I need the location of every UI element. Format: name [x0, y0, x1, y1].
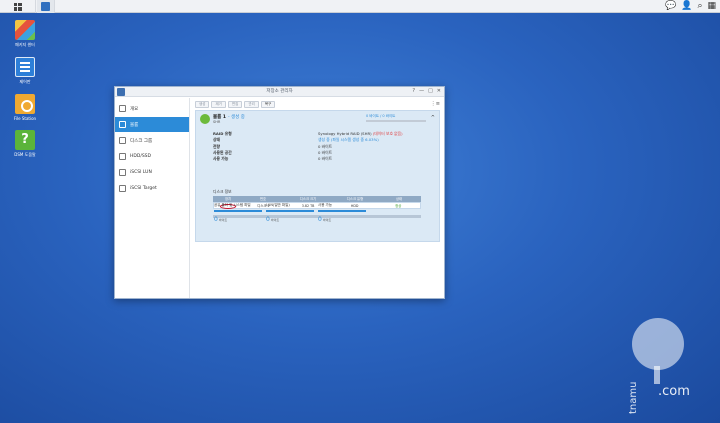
package-center-icon	[15, 20, 35, 40]
property-row: 사용 가능 0 바이트	[213, 156, 433, 162]
help-icon[interactable]: ?	[412, 88, 415, 95]
desktop-icon-label: File Station	[13, 116, 37, 121]
sidebar-item-label: iSCSI Target	[130, 186, 157, 191]
storage-manager-window: 저장소 관리자 ? — □ ✕ 개요 볼륨 디스크 그룹 HDD/SSD iSC…	[114, 86, 445, 299]
tnamu-watermark: tnamu .com	[628, 318, 690, 414]
volume-icon	[119, 121, 126, 128]
sidebar-item-hdd-ssd[interactable]: HDD/SSD	[115, 149, 189, 164]
summary-available: 사용 가능 0바이트	[318, 203, 366, 223]
cell-status: 정상	[395, 204, 402, 208]
summary-value: 0바이트	[214, 216, 262, 223]
sidebar: 개요 볼륨 디스크 그룹 HDD/SSD iSCSI LUN iSCSI Tar…	[115, 98, 190, 298]
desktop-icon-dsm-help[interactable]: ? DSM 도움말	[8, 130, 42, 157]
remove-button[interactable]: 제거	[211, 100, 226, 108]
sidebar-item-volume[interactable]: 볼륨	[115, 117, 189, 132]
col-header-device[interactable]: 장치	[213, 196, 243, 202]
overview-icon	[119, 105, 126, 112]
window-titlebar[interactable]: 저장소 관리자 ? — □ ✕	[115, 87, 444, 97]
taskbar-app-storage-manager[interactable]	[37, 0, 55, 13]
minimize-icon[interactable]: —	[419, 88, 424, 95]
search-icon[interactable]: ⌕	[697, 0, 702, 13]
tree-trunk	[654, 366, 660, 384]
summary-value: 0바이트	[266, 216, 314, 223]
sidebar-item-label: HDD/SSD	[130, 154, 152, 159]
maximize-icon[interactable]: □	[428, 88, 433, 95]
desktop-icon-package-center[interactable]: 패키지 센터	[8, 20, 42, 47]
tree-logo-icon	[632, 318, 684, 370]
window-controls: ? — □ ✕	[412, 88, 441, 95]
control-panel-icon	[15, 57, 35, 77]
col-header-size[interactable]: 디스크 크기	[283, 196, 333, 202]
col-header-type[interactable]: 디스크 유형	[333, 196, 377, 202]
volume-summary: 공유 폴더 및 시스템 파일 0바이트 LUN(일반 파일) 0바이트 사용 가…	[214, 203, 374, 223]
file-station-icon	[15, 94, 35, 114]
raid-warning: (데이터 보호 없음)	[372, 131, 403, 136]
summary-label: 사용 가능	[318, 203, 366, 212]
summary-lun: LUN(일반 파일) 0바이트	[266, 203, 314, 223]
main-menu-icon	[13, 2, 22, 11]
summary-shared-folders: 공유 폴더 및 시스템 파일 0바이트	[214, 203, 262, 223]
volume-usage-bar	[366, 120, 426, 122]
sidebar-item-overview[interactable]: 개요	[115, 101, 189, 116]
summary-unit: 바이트	[218, 218, 228, 222]
sidebar-item-iscsi-target[interactable]: iSCSI Target	[115, 181, 189, 196]
desktop-icon-label: DSM 도움말	[14, 152, 36, 157]
disk-table-header: 장치 번호 디스크 크기 디스크 유형 상태	[213, 196, 421, 202]
iscsi-lun-icon	[119, 169, 126, 176]
taskbar: 💬 👤 ⌕ ▦	[0, 0, 720, 13]
edit-button[interactable]: 편집	[227, 100, 243, 108]
sidebar-item-iscsi-lun[interactable]: iSCSI LUN	[115, 165, 189, 180]
property-key: 사용 가능	[213, 156, 229, 162]
col-header-status[interactable]: 상태	[377, 196, 421, 202]
sidebar-item-label: iSCSI LUN	[130, 170, 152, 175]
summary-value: 0바이트	[318, 216, 366, 223]
volume-properties: RAID 유형 Synology Hybrid RAID (SHR) (데이터 …	[213, 131, 433, 162]
desktop-icon-label: 패키지 센터	[15, 42, 35, 47]
manage-button[interactable]: 관리	[244, 100, 259, 108]
sidebar-item-label: 개요	[130, 106, 139, 112]
watermark-suffix: .com	[658, 384, 690, 399]
raid-type-value: Synology Hybrid RAID (SHR)	[318, 131, 372, 136]
summary-label: LUN(일반 파일)	[266, 203, 314, 212]
sidebar-item-disk-group[interactable]: 디스크 그룹	[115, 133, 189, 148]
sidebar-item-label: 볼륨	[130, 122, 139, 128]
iscsi-target-icon	[119, 185, 126, 192]
disk-info-title: 디스크 정보	[213, 189, 232, 194]
summary-unit: 바이트	[270, 218, 280, 222]
watermark-vertical-text: tnamu	[628, 381, 639, 414]
list-menu-icon[interactable]: ⋮≡	[431, 101, 440, 107]
repair-button[interactable]: 복구	[260, 100, 276, 108]
desktop-icon-control-panel[interactable]: 제어판	[8, 57, 42, 84]
help-icon: ?	[15, 130, 35, 150]
volume-header[interactable]: 볼륨 1- 생성 중 SHR 0 바이트 / 0 바이트 ^	[196, 111, 439, 129]
storage-manager-icon	[41, 2, 50, 11]
col-header-number[interactable]: 번호	[243, 196, 283, 202]
sidebar-item-label: 디스크 그룹	[130, 138, 153, 144]
property-value: 0 바이트	[318, 156, 333, 162]
chat-icon[interactable]: 💬	[665, 0, 676, 13]
close-icon[interactable]: ✕	[437, 88, 441, 95]
desktop-icon-label: 제어판	[19, 79, 31, 84]
summary-unit: 바이트	[322, 218, 332, 222]
summary-label: 공유 폴더 및 시스템 파일	[214, 203, 262, 212]
summary-number: 0	[266, 216, 270, 223]
collapse-icon[interactable]: ^	[431, 115, 435, 121]
disk-group-icon	[119, 137, 126, 144]
main-content: 생성 제거 편집 관리 복구 ⋮≡ 볼륨 1- 생성 중 SHR 0 바이트 /…	[191, 98, 444, 298]
desktop-icon-file-station[interactable]: File Station	[8, 94, 42, 121]
widgets-icon[interactable]: ▦	[707, 0, 716, 13]
hdd-icon	[119, 153, 126, 160]
main-menu-button[interactable]	[0, 0, 36, 13]
taskbar-right-tray: 💬 👤 ⌕ ▦	[665, 0, 716, 13]
window-title: 저장소 관리자	[266, 89, 293, 94]
volume-status-icon	[200, 114, 210, 124]
toolbar: 생성 제거 편집 관리 복구 ⋮≡	[195, 99, 440, 109]
volume-status: - 생성 중	[227, 115, 245, 120]
summary-number: 0	[214, 216, 218, 223]
summary-number: 0	[318, 216, 322, 223]
volume-type: SHR	[213, 120, 221, 124]
create-button[interactable]: 생성	[195, 100, 210, 108]
user-icon[interactable]: 👤	[681, 0, 692, 13]
volume-usage-text: 0 바이트 / 0 바이트	[366, 114, 396, 118]
